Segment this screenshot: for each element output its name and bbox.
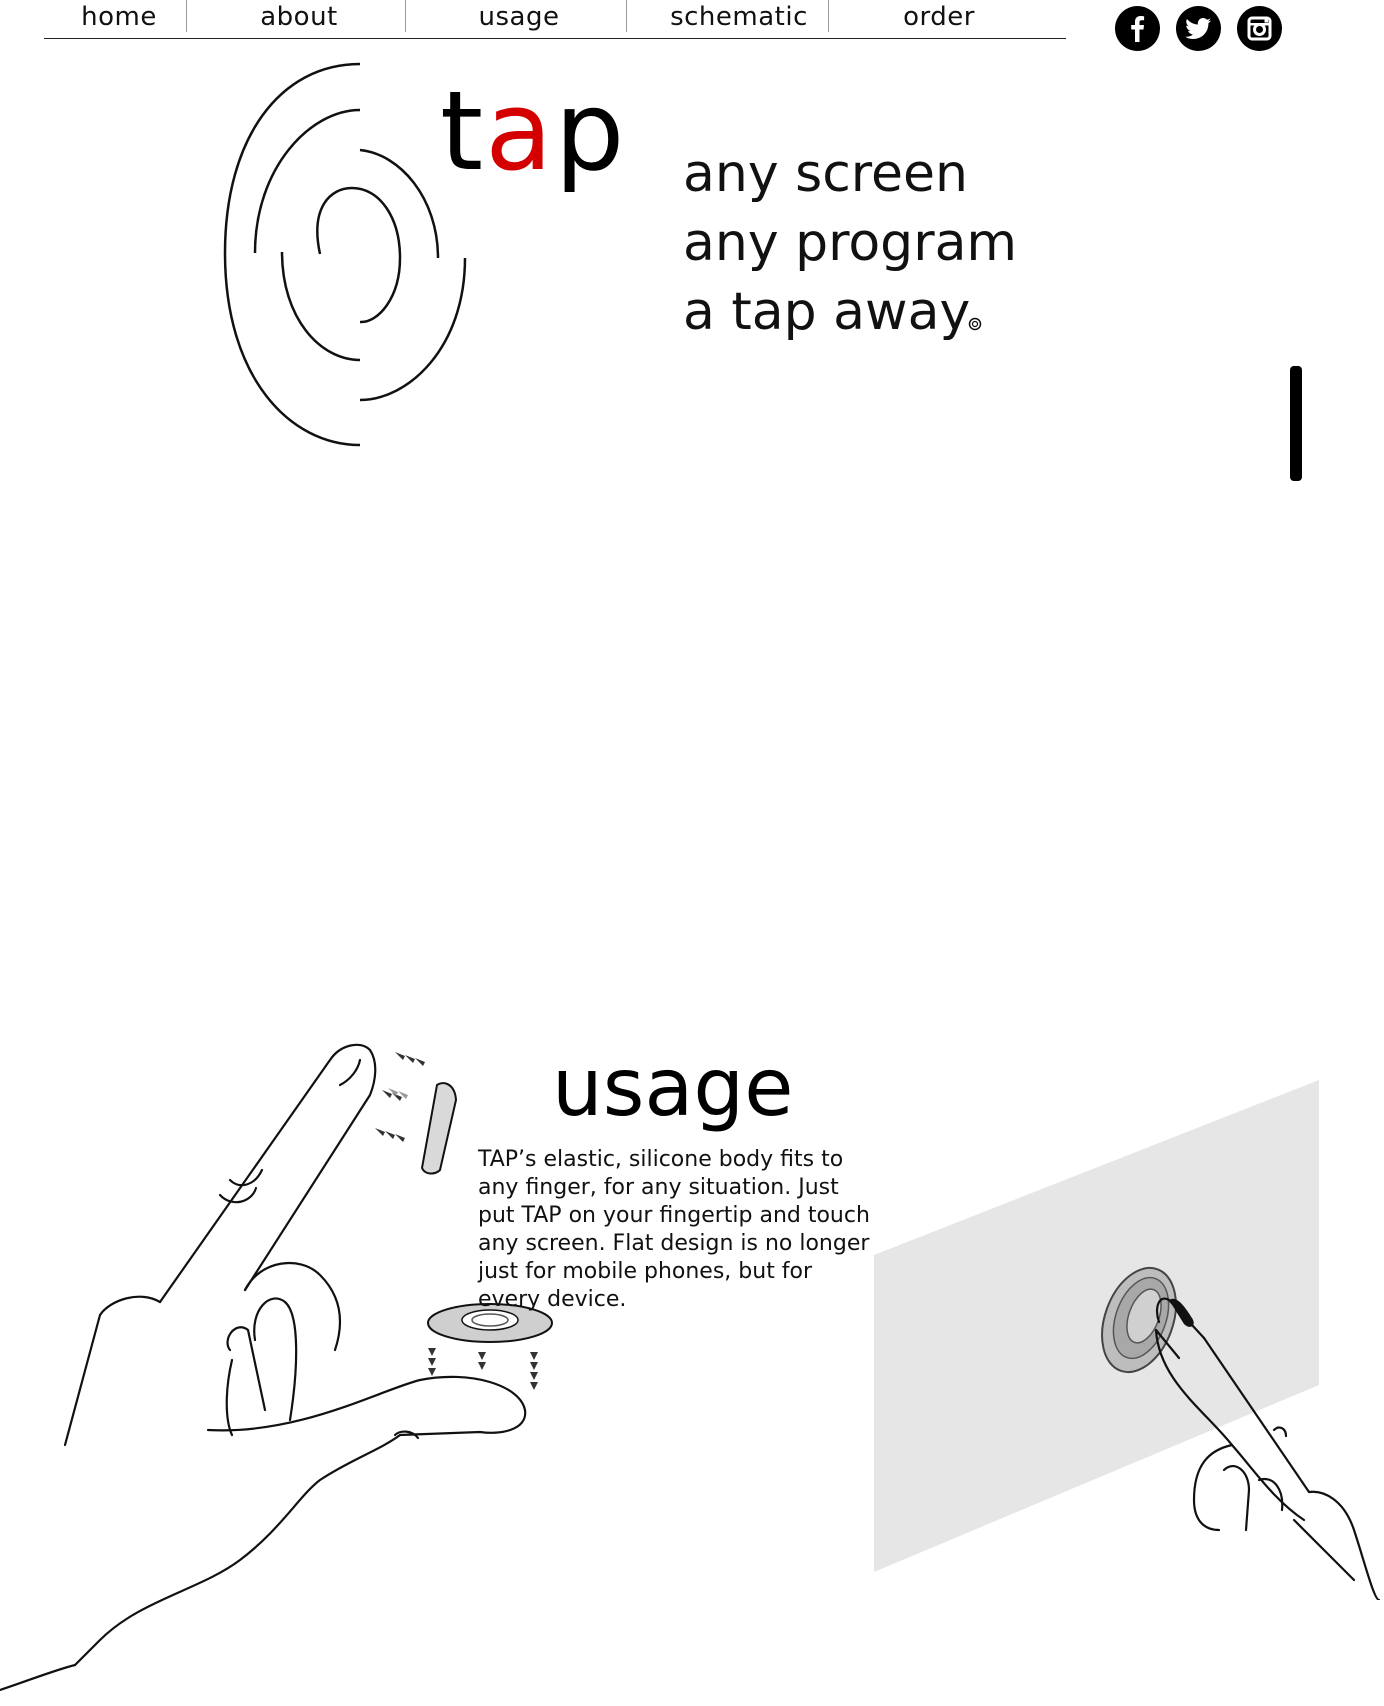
tap-logo-icon: [223, 62, 467, 447]
tagline-line: any screen: [683, 144, 968, 204]
facebook-link[interactable]: [1115, 6, 1160, 51]
top-nav: home about usage schematic order: [44, 0, 1066, 39]
facebook-icon: [1131, 16, 1145, 42]
nav-about[interactable]: about: [224, 0, 374, 32]
tap-wordmark: tap: [440, 67, 627, 195]
hand-putting-on-tap-illustration: [0, 1043, 553, 1692]
nav-divider: [405, 0, 406, 32]
tap-mini-mark-icon: [968, 317, 982, 331]
nav-schematic[interactable]: schematic: [654, 0, 824, 32]
twitter-link[interactable]: [1176, 6, 1221, 51]
instagram-icon: [1247, 16, 1272, 41]
nav-order[interactable]: order: [864, 0, 1014, 32]
instagram-link[interactable]: [1237, 6, 1282, 51]
tagline-line: a tap away: [683, 278, 1017, 347]
nav-divider: [186, 0, 187, 32]
nav-divider: [828, 0, 829, 32]
finger-tapping-screen-illustration: [874, 1080, 1381, 1600]
wordmark-accent-letter: a: [485, 67, 555, 195]
usage-description: TAP’s elastic, silicone body fits to any…: [478, 1147, 870, 1312]
tagline-line: any program: [683, 213, 1018, 273]
nav-usage[interactable]: usage: [444, 0, 594, 32]
hero-tagline: any screen any program a tap away: [683, 140, 1017, 347]
twitter-icon: [1185, 18, 1211, 39]
usage-heading: usage: [552, 1041, 794, 1134]
scroll-indicator[interactable]: [1290, 366, 1302, 481]
nav-divider: [626, 0, 627, 32]
nav-home[interactable]: home: [54, 0, 184, 32]
